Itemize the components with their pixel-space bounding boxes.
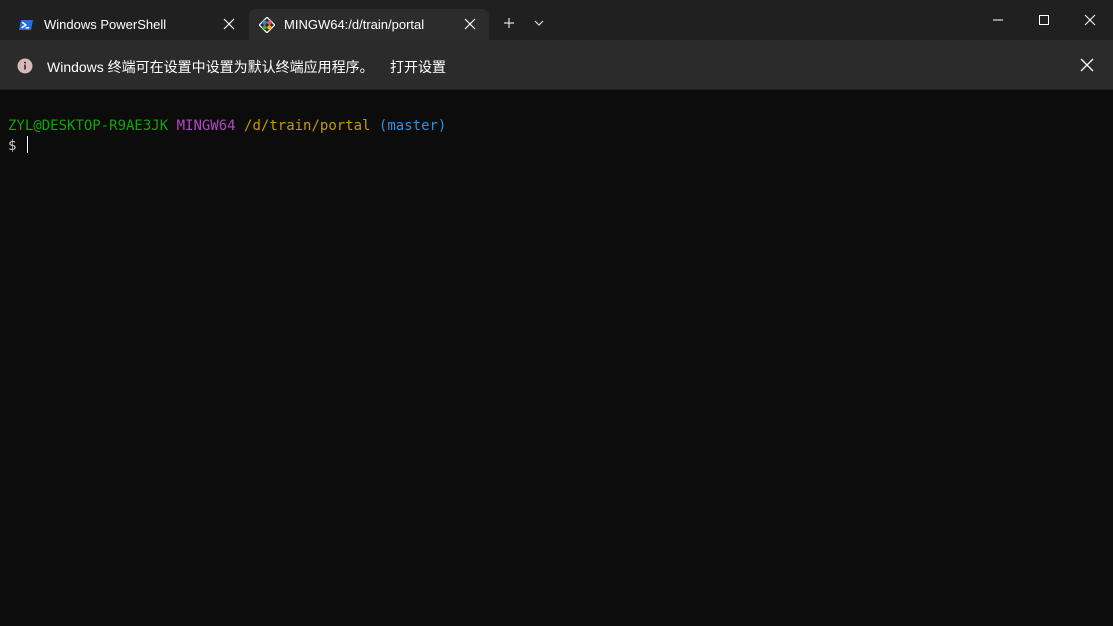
git-branch: (master): [378, 118, 447, 134]
git-icon: [258, 16, 276, 34]
minimize-button[interactable]: [975, 0, 1021, 40]
text-cursor: [26, 136, 28, 153]
close-tab-icon[interactable]: [222, 17, 236, 31]
info-bar: Windows 终端可在设置中设置为默认终端应用程序。 打开设置: [0, 40, 1113, 90]
close-tab-icon[interactable]: [463, 17, 477, 31]
prompt-header: ZYL@DESKTOP-R9AE3JK MINGW64 /d/train/por…: [8, 117, 446, 136]
tab-title: MINGW64:/d/train/portal: [284, 17, 425, 32]
plus-icon: [504, 18, 514, 28]
open-settings-link[interactable]: 打开设置: [390, 57, 446, 77]
close-icon: [1080, 58, 1094, 72]
tab-dropdown-button[interactable]: [527, 12, 551, 34]
new-tab-button[interactable]: [497, 12, 521, 34]
tab-mingw64[interactable]: MINGW64:/d/train/portal: [249, 9, 489, 40]
user-host: ZYL@DESKTOP-R9AE3JK: [8, 118, 169, 134]
maximize-icon: [1039, 15, 1049, 25]
maximize-button[interactable]: [1021, 0, 1067, 40]
tab-windows-powershell[interactable]: Windows PowerShell: [8, 9, 248, 40]
prompt-symbol: $: [8, 138, 17, 154]
terminal-content[interactable]: ZYL@DESKTOP-R9AE3JK MINGW64 /d/train/por…: [0, 90, 1113, 626]
terminal-window: Windows PowerShell MINGW64:/d/train/port…: [0, 0, 1113, 626]
working-directory: /d/train/portal: [244, 118, 371, 134]
close-icon: [1084, 14, 1096, 26]
chevron-down-icon: [534, 20, 544, 26]
powershell-icon: [18, 17, 34, 33]
msystem: MINGW64: [176, 118, 236, 134]
prompt-line[interactable]: $: [8, 136, 28, 156]
minimize-icon: [993, 19, 1003, 21]
tab-bar: Windows PowerShell MINGW64:/d/train/port…: [0, 0, 1113, 40]
close-window-button[interactable]: [1067, 0, 1113, 40]
info-icon: [17, 58, 33, 74]
tab-title: Windows PowerShell: [44, 17, 167, 32]
info-message: Windows 终端可在设置中设置为默认终端应用程序。: [47, 59, 374, 75]
dismiss-infobar-button[interactable]: [1079, 57, 1095, 73]
